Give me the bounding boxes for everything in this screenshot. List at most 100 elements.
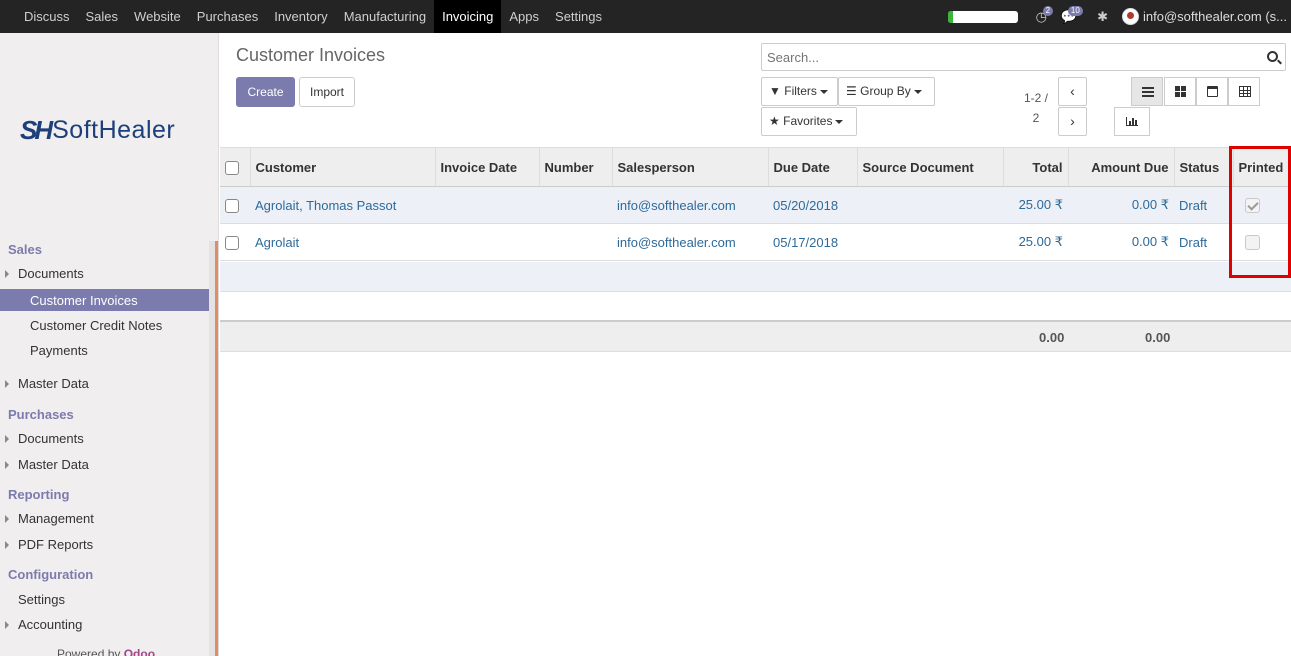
softhealer-logo: SH SoftHealer	[20, 115, 175, 146]
select-all-checkbox[interactable]	[225, 160, 239, 175]
pivot-view-button[interactable]	[1228, 77, 1260, 106]
cell-invoice-date	[435, 186, 539, 224]
menu-manufacturing[interactable]: Manufacturing	[336, 0, 434, 33]
cell-source-document	[857, 223, 1003, 261]
col-invoice-date[interactable]: Invoice Date	[434, 147, 539, 187]
caret-right-icon	[5, 621, 9, 629]
section-reporting: Reporting	[8, 487, 70, 502]
progress-bar[interactable]	[947, 10, 1018, 23]
group-by-dropdown[interactable]: ☰ Group By	[838, 77, 935, 106]
menu-sales[interactable]: Sales	[78, 0, 127, 33]
menu-inventory[interactable]: Inventory	[266, 0, 335, 33]
main-menu: Discuss Sales Website Purchases Inventor…	[16, 0, 610, 33]
pager-next-button[interactable]: ›	[1058, 107, 1087, 136]
sidebar-item-accounting[interactable]: Accounting	[5, 617, 83, 632]
caret-right-icon	[5, 541, 9, 549]
pager-range: 1-2 /	[1023, 91, 1048, 105]
menu-discuss[interactable]: Discuss	[16, 0, 78, 33]
search-box	[761, 43, 1286, 71]
cell-due-date[interactable]: 05/20/2018	[768, 186, 857, 224]
pager[interactable]: 1-2 / 2	[1015, 88, 1057, 128]
logo-text: SoftHealer	[52, 116, 176, 144]
row-checkbox[interactable]	[225, 235, 239, 250]
calendar-view-button[interactable]	[1196, 77, 1228, 106]
sidebar-scrollbar[interactable]	[215, 241, 218, 656]
systray: ◷ 2 💬 10 ✱ info@softhealer.com (s...	[947, 0, 1291, 33]
list-view-button[interactable]	[1131, 77, 1163, 106]
pager-previous-button[interactable]: ‹	[1058, 77, 1087, 106]
logo-mark: SH	[20, 115, 53, 145]
sidebar-item-sales-master-data[interactable]: Master Data	[5, 376, 89, 391]
cell-printed	[1233, 186, 1291, 224]
sidebar-item-management[interactable]: Management	[5, 511, 94, 526]
row-checkbox[interactable]	[225, 198, 239, 213]
col-total[interactable]: Total	[1002, 147, 1068, 187]
sidebar-item-customer-credit-notes[interactable]: Customer Credit Notes	[30, 318, 162, 333]
col-source-document[interactable]: Source Document	[856, 147, 1003, 187]
sidebar-item-pdf-reports[interactable]: PDF Reports	[5, 537, 93, 552]
bug-icon[interactable]: ✱	[1097, 9, 1108, 25]
cell-salesperson[interactable]: info@softhealer.com	[612, 186, 768, 224]
cell-total[interactable]: 25.00 ₹	[1003, 223, 1068, 261]
create-button[interactable]: Create	[236, 77, 295, 107]
col-customer[interactable]: Customer	[249, 147, 435, 187]
col-amount-due[interactable]: Amount Due	[1067, 147, 1174, 187]
user-menu[interactable]: info@softhealer.com (s...	[1122, 8, 1291, 25]
search-icon[interactable]	[1267, 51, 1278, 62]
col-due-date[interactable]: Due Date	[767, 147, 857, 187]
table-header-row: Customer Invoice Date Number Salesperson…	[220, 147, 1291, 187]
menu-invoicing[interactable]: Invoicing	[434, 0, 502, 33]
sidebar-item-label: Accounting	[18, 617, 83, 632]
odoo-brand[interactable]: Odoo	[124, 647, 155, 656]
menu-apps[interactable]: Apps	[501, 0, 547, 33]
table-row[interactable]: Agrolait, Thomas Passot info@softhealer.…	[220, 186, 1291, 224]
activity-badge: 2	[1042, 5, 1054, 16]
kanban-view-button[interactable]	[1164, 77, 1196, 106]
cell-status[interactable]: Draft	[1174, 186, 1233, 224]
cell-printed	[1233, 223, 1291, 261]
cell-status[interactable]: Draft	[1174, 223, 1233, 261]
page-title: Customer Invoices	[236, 45, 386, 65]
cell-customer[interactable]: Agrolait	[250, 223, 435, 261]
cell-salesperson[interactable]: info@softhealer.com	[612, 223, 768, 261]
col-printed[interactable]: Printed	[1232, 147, 1291, 187]
progress-fill	[947, 10, 954, 23]
import-button[interactable]: Import	[299, 77, 355, 107]
col-number[interactable]: Number	[538, 147, 612, 187]
menu-website[interactable]: Website	[126, 0, 189, 33]
sidebar-item-payments[interactable]: Payments	[30, 343, 88, 358]
sidebar-item-settings[interactable]: Settings	[18, 592, 65, 607]
favorites-dropdown[interactable]: ★ Favorites	[761, 107, 857, 136]
search-input[interactable]	[767, 44, 1257, 70]
table-row[interactable]: Agrolait info@softhealer.com 05/17/2018 …	[220, 223, 1291, 261]
cell-customer[interactable]: Agrolait, Thomas Passot	[250, 186, 435, 224]
empty-row	[220, 262, 1291, 292]
sidebar-item-customer-invoices[interactable]: Customer Invoices	[30, 293, 138, 308]
cell-total[interactable]: 25.00 ₹	[1003, 186, 1068, 224]
pager-total: 2	[1032, 111, 1040, 125]
message-badge: 10	[1067, 5, 1083, 16]
printed-checkbox	[1245, 198, 1260, 214]
sidebar-item-label: Management	[18, 511, 94, 526]
filters-dropdown[interactable]: ▼ Filters	[761, 77, 838, 106]
col-status[interactable]: Status	[1173, 147, 1233, 187]
cell-amount-due[interactable]: 0.00 ₹	[1068, 223, 1174, 261]
sidebar-item-purchases-master-data[interactable]: Master Data	[5, 457, 89, 472]
menu-settings[interactable]: Settings	[547, 0, 610, 33]
favorites-label: Favorites	[783, 114, 833, 128]
avatar	[1122, 8, 1140, 25]
sidebar-item-sales-documents[interactable]: Documents	[5, 266, 84, 281]
graph-view-button[interactable]	[1114, 107, 1150, 136]
sidebar-item-purchases-documents[interactable]: Documents	[5, 431, 84, 446]
col-salesperson[interactable]: Salesperson	[611, 147, 768, 187]
sidebar-item-label: Documents	[18, 431, 84, 446]
menu-purchases[interactable]: Purchases	[189, 0, 266, 33]
activity-clock-icon[interactable]: ◷ 2	[1036, 5, 1054, 25]
chat-bubble-icon[interactable]: 💬 10	[1061, 5, 1083, 25]
cell-due-date[interactable]: 05/17/2018	[768, 223, 857, 261]
cell-amount-due[interactable]: 0.00 ₹	[1068, 186, 1174, 224]
sidebar-item-label: Master Data	[18, 376, 89, 391]
footer-amount-due: 0.00	[1145, 330, 1171, 345]
kanban-icon	[1175, 86, 1186, 97]
calendar-icon	[1207, 86, 1218, 97]
